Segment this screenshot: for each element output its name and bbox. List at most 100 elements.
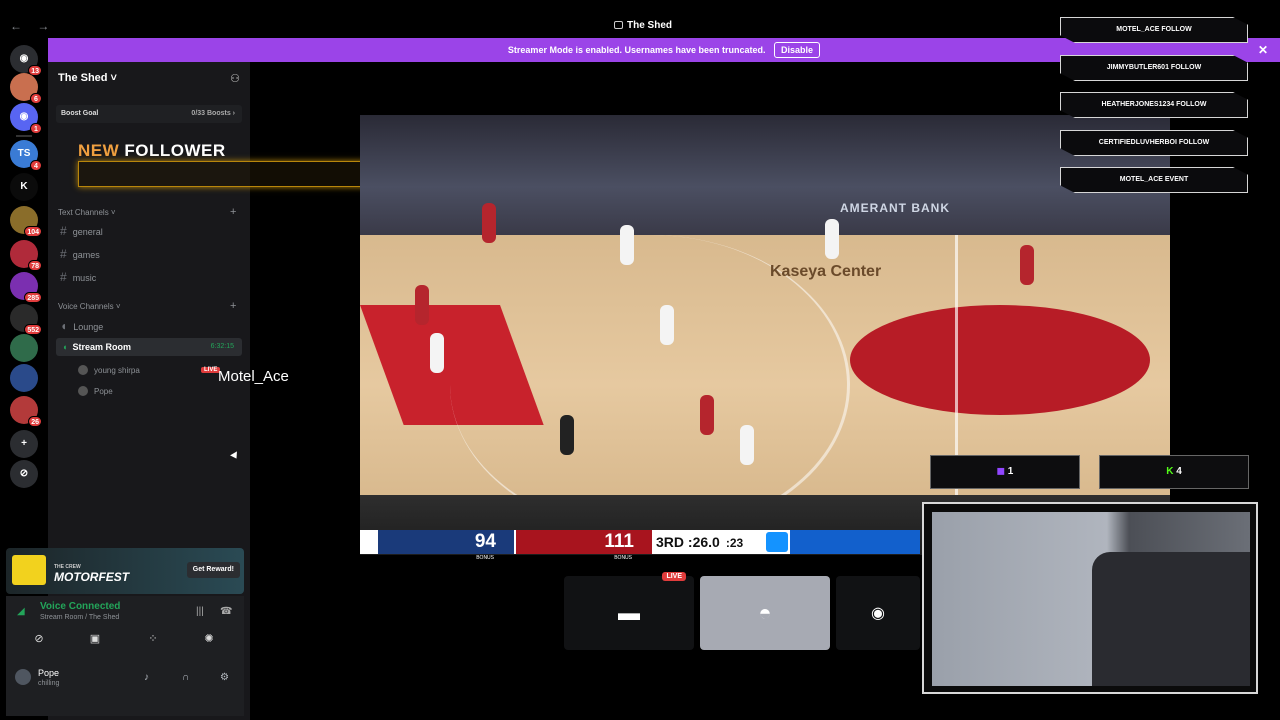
server-icon[interactable]: TS 4 [10,140,42,171]
mention-badge: 285 [24,292,42,303]
poll-kick: K 4 [1099,455,1249,489]
arena-sign: AMERANT BANK [840,201,950,215]
user-status: chilling [38,680,60,687]
server-icon[interactable]: 26 [10,396,42,427]
boost-label: Boost Goal [61,110,99,117]
invite-icon[interactable]: ⚇ [230,72,240,85]
server-label: ◉ [19,111,29,122]
server-icon[interactable]: K [10,173,38,201]
new-follower-word: NEW [78,141,125,160]
poll-count: 1 [1007,466,1014,477]
voice-channels-category[interactable]: Voice Channels ˅ + [58,300,236,312]
promo-title-text: MOTORFEST [54,570,130,584]
channel-music[interactable]: # music [60,270,96,284]
soundboard-button[interactable]: ✺ [184,628,234,650]
channel-general[interactable]: # general [60,224,103,238]
add-channel-icon[interactable]: + [230,206,236,218]
get-reward-button[interactable]: Get Reward! [186,562,240,578]
referee [560,415,574,455]
channel-stream-room[interactable]: ◖ Stream Room 6:32:15 [56,338,242,356]
mention-badge: 6 [30,93,42,104]
mention-badge: 1 [30,123,42,134]
server-icon[interactable] [10,364,38,392]
channel-label: games [72,250,100,260]
new-follower-title: NEW FOLLOWER [78,141,226,161]
avatar [15,669,31,685]
voice-status[interactable]: Voice Connected [40,601,120,612]
signal-icon[interactable]: ◢ [17,606,25,617]
stream-video[interactable]: AMERANT BANK Kaseya Center [360,115,1170,555]
server-icon[interactable]: + [10,430,38,458]
text-channels-category[interactable]: Text Channels ˅ + [58,206,236,218]
server-icon[interactable]: ◉ 13 [10,45,42,76]
webcam-frame [922,502,1258,694]
channel-label: general [72,227,103,237]
clock: :26.0 [687,534,720,550]
kick-icon: K [1166,466,1177,477]
server-label: TS [17,148,31,159]
close-icon[interactable]: ✕ [1258,38,1268,62]
channel-label: music [72,273,97,283]
server-icon[interactable]: 78 [10,240,42,271]
server-icon[interactable]: ⊘ [10,460,38,488]
server-icon[interactable]: 552 [10,304,42,335]
participant-tile-stream[interactable]: LIVE ▬ [564,572,694,650]
participant-tile-discord[interactable]: ◓ [700,576,830,650]
streamer-mode-text: Streamer Mode is enabled. Usernames have… [507,45,766,55]
noise-icon[interactable]: ||| [196,606,204,617]
player [1020,245,1034,285]
headphones-icon[interactable]: ∩ [182,672,189,683]
server-icon[interactable] [10,334,38,362]
voice-user[interactable]: Pope [78,386,113,396]
game-logo [12,555,46,585]
voice-user-name: young shirpa [94,366,140,375]
server-label: ⊘ [19,468,29,479]
follow-alert: MOTEL_ACE EVENT [1060,167,1248,193]
server-icon[interactable]: 6 [10,73,42,104]
team-away: 94 BONUS [378,530,514,561]
hash-icon: # [60,270,67,284]
server-label: + [21,438,27,449]
player [660,305,674,345]
participant-tile-user[interactable]: ◉ [836,576,920,650]
server-icon[interactable]: ◉ 1 [10,103,42,134]
discord-icon: ◓ [758,600,772,625]
microphone-icon[interactable]: ♪ [144,672,149,683]
network-logo [766,532,788,552]
settings-icon[interactable]: ⚙ [220,672,229,683]
channel-label: Lounge [73,322,104,332]
server-name[interactable]: The Shed ˅ [58,72,117,84]
user-panel[interactable]: Pope chilling ♪ ∩ ⚙ [6,658,244,698]
follow-alert: MOTEL_ACE FOLLOW [1060,17,1248,43]
channel-games[interactable]: # games [60,247,100,261]
avatar: ◉ [871,605,885,622]
mention-badge: 4 [30,160,42,171]
add-channel-icon[interactable]: + [230,300,236,312]
mention-badge: 26 [28,416,42,427]
scoreboard-ad [790,530,920,554]
mention-badge: 78 [28,260,42,271]
speaker-icon: ◖ [60,319,68,333]
activities-button[interactable]: ⁘ [128,628,178,650]
game-promo[interactable]: THE CREW MOTORFEST Get Reward! [6,548,244,594]
scoreboard: 94 BONUS 111 BONUS 3RD :26.0:23 [360,530,920,561]
disconnect-icon[interactable]: ☎ [220,606,232,617]
server-icon[interactable]: 104 [10,206,42,237]
player [825,219,839,259]
camera-off-button[interactable]: ⊘ [14,628,64,650]
user-name: Pope [38,668,60,678]
server-label: ◉ [19,53,29,64]
center-line [955,235,958,535]
channel-lounge[interactable]: ◖ Lounge [60,319,103,333]
screen-share-button[interactable]: ▣ [70,628,120,650]
disable-streamer-button[interactable]: Disable [774,42,821,58]
boost-goal[interactable]: Boost Goal 0/33 Boosts › [56,105,242,123]
webcam-feed [932,512,1250,686]
voice-channel-path[interactable]: Stream Room / The Shed [40,614,119,621]
player [482,203,496,243]
server-icon[interactable]: 285 [10,272,42,303]
server-label: K [20,181,28,192]
voice-user[interactable]: young shirpa [78,365,140,375]
nav-arrows[interactable]: ← → [10,19,55,33]
app-window: ← → The Shed Streamer Mode is enabled. U… [0,0,1280,720]
